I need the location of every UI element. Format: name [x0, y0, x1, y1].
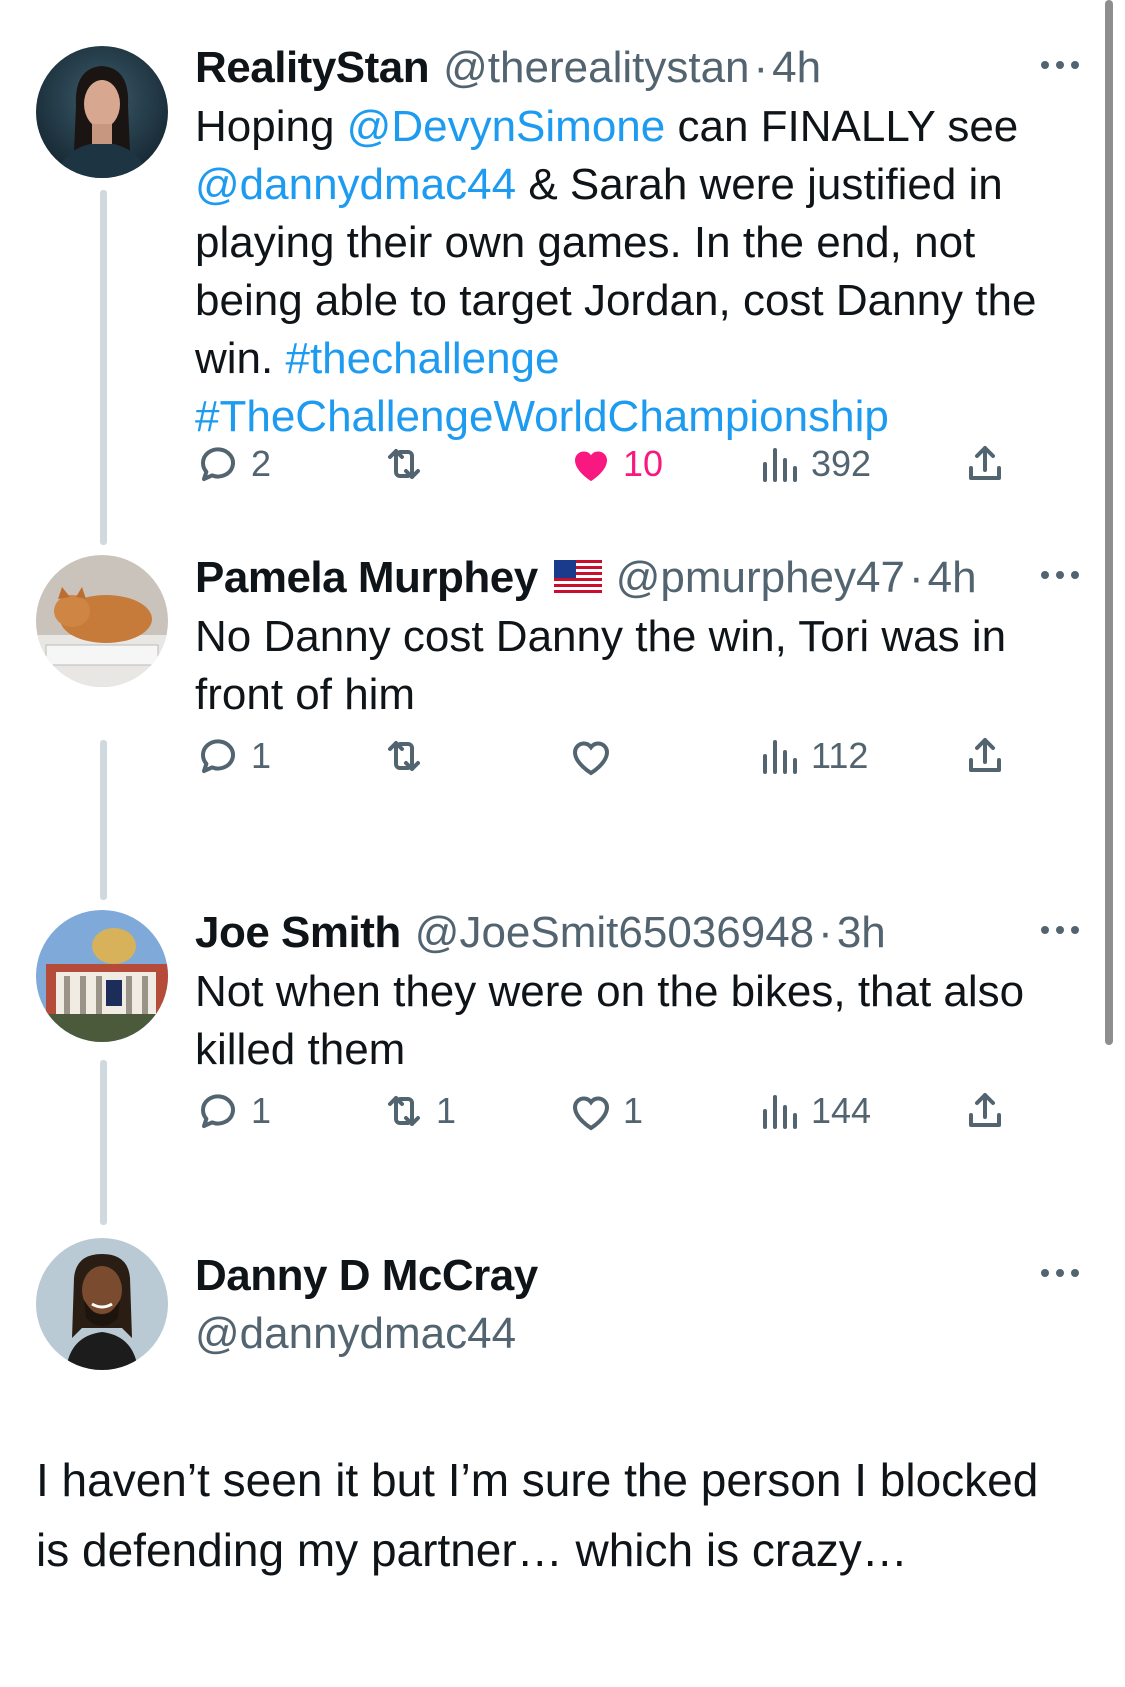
- hashtag-link[interactable]: #TheChallengeWorldChampionship: [195, 392, 889, 441]
- separator-dot: ·: [753, 43, 769, 92]
- more-icon[interactable]: [1035, 50, 1085, 80]
- views-button[interactable]: 112: [755, 728, 868, 784]
- mention-link[interactable]: @DevynSimone: [347, 102, 666, 151]
- separator-dot: ·: [818, 908, 833, 957]
- reply-count: 1: [251, 1090, 272, 1131]
- retweet-icon: [388, 1096, 420, 1126]
- avatar-image: [36, 1238, 168, 1370]
- retweet-icon: [388, 449, 420, 479]
- text-segment: Hoping: [195, 102, 347, 151]
- display-name[interactable]: RealityStan: [195, 40, 430, 96]
- tweet-actions: 1 112: [195, 728, 1095, 784]
- separator-dot: ·: [908, 553, 924, 602]
- like-button[interactable]: 1: [567, 1083, 643, 1139]
- avatar-image: [36, 46, 168, 178]
- views-icon: [763, 448, 797, 482]
- reply-button[interactable]: 1: [195, 728, 271, 784]
- reply-icon: [200, 447, 235, 481]
- timestamp[interactable]: 3h: [837, 905, 886, 961]
- share-button[interactable]: [961, 1083, 1009, 1139]
- more-icon[interactable]: [1035, 1258, 1085, 1288]
- reply-icon: [200, 1094, 235, 1128]
- views-icon: [763, 1095, 797, 1129]
- retweet-button[interactable]: 1: [380, 1083, 456, 1139]
- like-count: 1: [623, 1090, 644, 1131]
- username[interactable]: @therealitystan: [443, 40, 749, 96]
- timestamp[interactable]: 4h: [928, 550, 977, 606]
- display-name[interactable]: Joe Smith: [195, 905, 401, 961]
- reply-button[interactable]: 1: [195, 1083, 271, 1139]
- avatar-image: [36, 555, 168, 687]
- mention-link[interactable]: @dannydmac44: [195, 160, 516, 209]
- reply-count: 1: [251, 735, 272, 776]
- views-button[interactable]: 144: [755, 1083, 871, 1139]
- heart-icon: [572, 1096, 610, 1131]
- username[interactable]: @dannydmac44: [195, 1306, 516, 1362]
- more-icon[interactable]: [1035, 560, 1085, 590]
- share-icon: [969, 446, 1001, 480]
- timestamp[interactable]: 4h: [772, 40, 821, 96]
- retweet-button[interactable]: [380, 728, 436, 784]
- retweet-button[interactable]: [380, 436, 436, 492]
- tweet-text: Not when they were on the bikes, that al…: [195, 967, 1025, 1074]
- tweet-text: I haven’t seen it but I’m sure the perso…: [36, 1454, 1039, 1576]
- avatar-image: [36, 910, 168, 1042]
- hashtag-link[interactable]: #thechallenge: [285, 334, 559, 383]
- reply-button[interactable]: 2: [195, 436, 271, 492]
- tweet-header: RealityStan @therealitystan · 4h: [195, 40, 1085, 96]
- us-flag-icon: [553, 560, 602, 596]
- view-count: 112: [811, 735, 869, 776]
- view-count: 144: [811, 1090, 872, 1131]
- display-name[interactable]: Danny D McCray: [195, 1248, 538, 1304]
- tweet-text: No Danny cost Danny the win, Tori was in…: [195, 612, 1007, 719]
- share-icon: [969, 1093, 1001, 1127]
- like-button[interactable]: [567, 728, 623, 784]
- tweet-actions: 2 10 392: [195, 436, 1095, 492]
- share-icon: [969, 738, 1001, 772]
- share-button[interactable]: [961, 436, 1009, 492]
- reply-count: 2: [251, 443, 272, 484]
- views-button[interactable]: 392: [755, 436, 871, 492]
- avatar[interactable]: [36, 555, 168, 687]
- text-segment: can FINALLY see: [665, 102, 1019, 151]
- scrollbar[interactable]: [1105, 0, 1113, 1045]
- more-icon[interactable]: [1035, 915, 1085, 945]
- avatar[interactable]: [36, 46, 168, 178]
- thread-line: [100, 740, 107, 900]
- like-count: 10: [623, 443, 664, 484]
- reply-icon: [200, 739, 235, 773]
- avatar[interactable]: [36, 910, 168, 1042]
- username[interactable]: @JoeSmit65036948: [415, 905, 814, 961]
- views-icon: [763, 740, 797, 774]
- view-count: 392: [811, 443, 872, 484]
- avatar[interactable]: [36, 1238, 168, 1370]
- thread-line: [100, 190, 107, 545]
- share-button[interactable]: [961, 728, 1009, 784]
- thread-line: [100, 1060, 107, 1225]
- username-line: @dannydmac44: [195, 1306, 1085, 1362]
- tweet-text: Hoping @DevynSimone can FINALLY see @dan…: [195, 98, 1085, 446]
- display-name[interactable]: Pamela Murphey: [195, 550, 538, 606]
- tweet-actions: 1 1 1 144: [195, 1083, 1095, 1139]
- tweet-header: Danny D McCray: [195, 1248, 1085, 1304]
- username[interactable]: @pmurphey47: [616, 550, 905, 606]
- heart-icon: [572, 741, 610, 776]
- retweet-count: 1: [436, 1090, 457, 1131]
- retweet-icon: [388, 741, 420, 771]
- tweet-header: Pamela Murphey @pmurphey47 · 4h: [195, 550, 1085, 606]
- heart-icon: [575, 451, 607, 481]
- tweet-header: Joe Smith @JoeSmit65036948 · 3h: [195, 905, 1085, 961]
- like-button[interactable]: 10: [567, 436, 663, 492]
